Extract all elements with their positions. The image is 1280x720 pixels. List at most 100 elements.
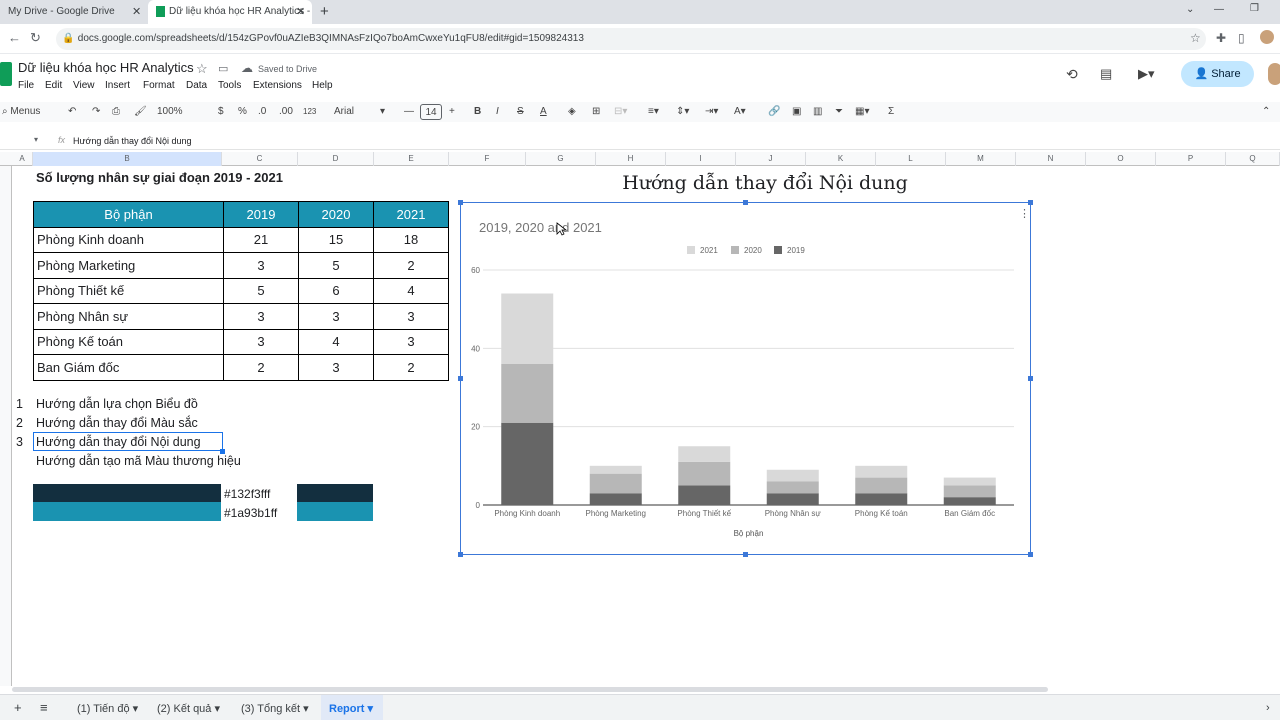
chart-title-cell[interactable]: Hướng dẫn thay đổi Nội dung bbox=[600, 172, 930, 194]
merge-cells-icon[interactable]: ⊟▾ bbox=[614, 104, 627, 120]
restore-icon[interactable]: ❐ bbox=[1250, 3, 1259, 14]
guide-item[interactable]: Hướng dẫn tạo mã Màu thương hiệu bbox=[36, 454, 241, 468]
table-cell[interactable]: 15 bbox=[298, 226, 374, 253]
table-header[interactable]: 2019 bbox=[223, 201, 299, 228]
column-header[interactable]: B bbox=[33, 152, 222, 166]
align-horizontal-icon[interactable]: ≡▾ bbox=[648, 104, 659, 120]
column-header[interactable]: M bbox=[946, 152, 1016, 166]
italic-button[interactable]: I bbox=[496, 104, 499, 120]
table-cell[interactable]: 18 bbox=[373, 226, 449, 253]
column-header[interactable]: P bbox=[1156, 152, 1226, 166]
table-cell[interactable]: Phòng Nhân sự bbox=[33, 303, 224, 330]
reload-icon[interactable]: ↻ bbox=[30, 30, 41, 46]
chart-menu-icon[interactable]: ⋮ bbox=[1019, 207, 1030, 220]
account-avatar[interactable] bbox=[1268, 63, 1280, 85]
column-header[interactable]: G bbox=[526, 152, 596, 166]
column-header[interactable]: O bbox=[1086, 152, 1156, 166]
table-cell[interactable]: 3 bbox=[298, 303, 374, 330]
resize-handle[interactable] bbox=[743, 200, 748, 205]
table-cell[interactable]: 3 bbox=[223, 303, 299, 330]
star-icon[interactable]: ☆ bbox=[196, 61, 208, 77]
close-icon[interactable]: ✕ bbox=[132, 0, 141, 24]
wrap-text-icon[interactable]: ⇥▾ bbox=[705, 104, 718, 120]
column-header[interactable]: H bbox=[596, 152, 666, 166]
column-header[interactable]: A bbox=[12, 152, 33, 166]
currency-button[interactable]: $ bbox=[218, 104, 224, 120]
table-cell[interactable]: 2 bbox=[373, 354, 449, 381]
table-cell[interactable]: Phòng Kinh doanh bbox=[33, 226, 224, 253]
minimize-icon[interactable]: — bbox=[1214, 4, 1224, 15]
menu-extensions[interactable]: Extensions bbox=[253, 80, 302, 91]
table-cell[interactable]: 3 bbox=[298, 354, 374, 381]
guide-item[interactable]: Hướng dẫn lựa chọn Biểu đồ bbox=[36, 397, 198, 411]
table-cell[interactable]: 2 bbox=[373, 252, 449, 279]
resize-handle[interactable] bbox=[1028, 200, 1033, 205]
column-header[interactable]: J bbox=[736, 152, 806, 166]
chevron-down-icon[interactable]: ▾ bbox=[380, 104, 385, 120]
menu-edit[interactable]: Edit bbox=[45, 80, 62, 91]
font-size-decrease[interactable]: — bbox=[404, 104, 414, 120]
table-header[interactable]: Bộ phận bbox=[33, 201, 224, 228]
column-header[interactable]: L bbox=[876, 152, 946, 166]
avatar[interactable] bbox=[1260, 30, 1274, 44]
comment-icon[interactable]: ▣ bbox=[792, 104, 801, 120]
table-cell[interactable]: Phòng Marketing bbox=[33, 252, 224, 279]
undo-icon[interactable]: ↶ bbox=[68, 104, 76, 120]
menu-insert[interactable]: Insert bbox=[105, 80, 130, 91]
column-header[interactable]: E bbox=[374, 152, 449, 166]
sheets-logo[interactable] bbox=[0, 62, 12, 86]
table-cell[interactable]: 3 bbox=[223, 252, 299, 279]
sheet-tab[interactable]: (1) Tiến độ ▾ bbox=[77, 702, 138, 715]
filter-icon[interactable]: ⏷ bbox=[835, 104, 843, 120]
move-folder-icon[interactable]: ▭ bbox=[218, 62, 228, 75]
column-header[interactable]: C bbox=[222, 152, 298, 166]
table-cell[interactable]: 5 bbox=[298, 252, 374, 279]
horizontal-scrollbar[interactable] bbox=[12, 687, 1048, 692]
decrease-decimal-button[interactable]: .0 bbox=[258, 104, 266, 120]
browser-tab-drive[interactable]: My Drive - Google Drive ✕ bbox=[0, 0, 146, 24]
table-cell[interactable]: Phòng Thiết kế bbox=[33, 277, 224, 304]
fill-color-icon[interactable]: ◈ bbox=[568, 104, 576, 120]
sidepanel-icon[interactable]: ▯ bbox=[1238, 31, 1245, 45]
redo-icon[interactable]: ↷ bbox=[92, 104, 100, 120]
table-cell[interactable]: 6 bbox=[298, 277, 374, 304]
extensions-icon[interactable]: ✚ bbox=[1216, 31, 1226, 45]
menu-data[interactable]: Data bbox=[186, 80, 207, 91]
percent-button[interactable]: % bbox=[238, 104, 247, 120]
resize-handle[interactable] bbox=[458, 376, 463, 381]
resize-handle[interactable] bbox=[743, 552, 748, 557]
add-sheet-button[interactable]: + bbox=[14, 700, 22, 715]
selected-cell[interactable] bbox=[33, 432, 223, 451]
column-header[interactable]: I bbox=[666, 152, 736, 166]
resize-handle[interactable] bbox=[458, 200, 463, 205]
table-cell[interactable]: 3 bbox=[223, 328, 299, 355]
resize-handle[interactable] bbox=[1028, 552, 1033, 557]
back-icon[interactable]: ← bbox=[8, 30, 21, 45]
table-cell[interactable]: 3 bbox=[373, 303, 449, 330]
name-box-dropdown-icon[interactable]: ▾ bbox=[34, 135, 38, 144]
menu-format[interactable]: Format bbox=[143, 80, 175, 91]
meet-icon[interactable]: ▶▾ bbox=[1138, 66, 1155, 82]
resize-handle[interactable] bbox=[458, 552, 463, 557]
new-tab-button[interactable]: + bbox=[320, 3, 329, 20]
table-header[interactable]: 2020 bbox=[298, 201, 374, 228]
tab-search-icon[interactable]: ⌄ bbox=[1186, 4, 1194, 15]
all-sheets-icon[interactable]: ≡ bbox=[40, 700, 48, 715]
table-cell[interactable]: Ban Giám đốc bbox=[33, 354, 224, 381]
menu-view[interactable]: View bbox=[73, 80, 95, 91]
column-header[interactable]: F bbox=[449, 152, 526, 166]
column-header[interactable]: Q bbox=[1226, 152, 1280, 166]
column-header[interactable]: N bbox=[1016, 152, 1086, 166]
table-cell[interactable]: 4 bbox=[373, 277, 449, 304]
explore-icon[interactable]: › bbox=[1266, 702, 1270, 714]
column-header[interactable]: D bbox=[298, 152, 374, 166]
menu-tools[interactable]: Tools bbox=[218, 80, 241, 91]
print-icon[interactable]: ⎙ bbox=[112, 104, 120, 120]
formula-input[interactable]: Hướng dẫn thay đổi Nội dung bbox=[73, 136, 192, 146]
sheet-tab[interactable]: Report ▾ bbox=[329, 702, 373, 715]
fill-handle[interactable] bbox=[220, 449, 225, 454]
borders-icon[interactable]: ⊞ bbox=[592, 104, 600, 120]
table-cell[interactable]: 4 bbox=[298, 328, 374, 355]
chart-icon[interactable]: ▥ bbox=[813, 104, 822, 120]
strikethrough-button[interactable]: S bbox=[517, 104, 524, 120]
